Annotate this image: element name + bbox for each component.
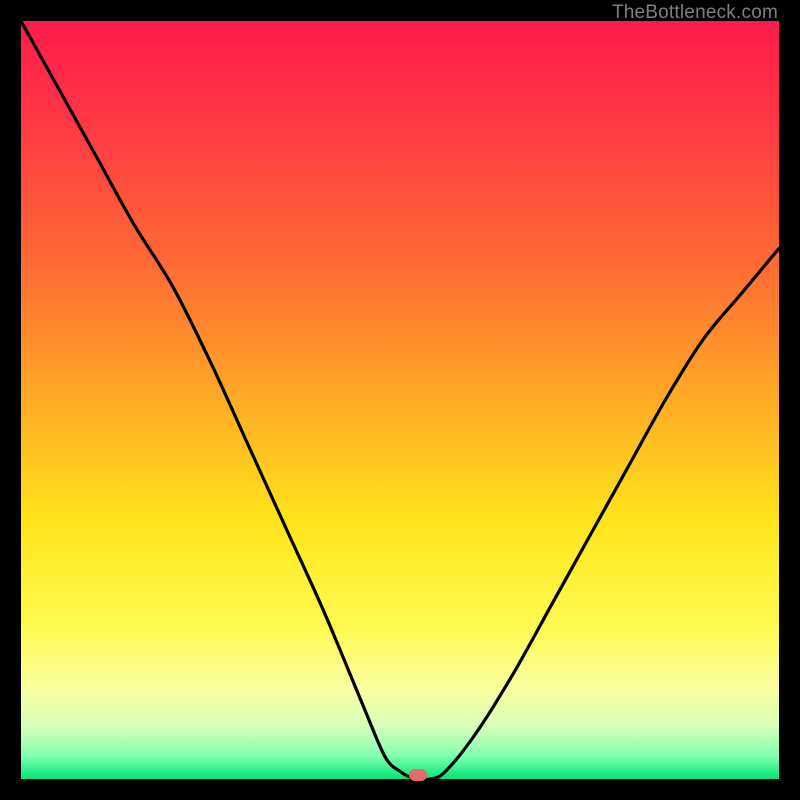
chart-frame: TheBottleneck.com [0, 0, 800, 800]
curve-path [21, 21, 779, 780]
bottleneck-curve [21, 21, 779, 779]
plot-area [21, 21, 779, 779]
optimal-marker [409, 769, 427, 781]
